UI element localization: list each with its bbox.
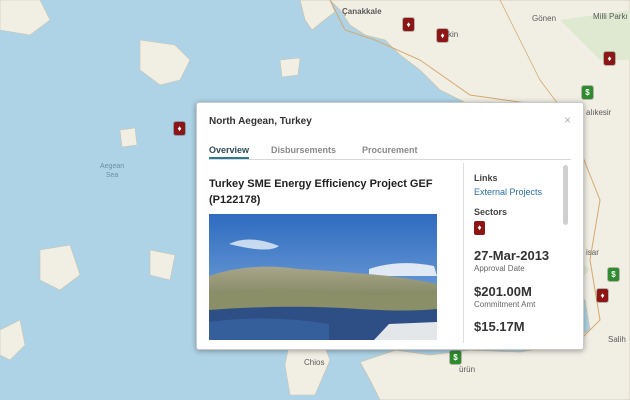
map-label-canakkale: Çanakkale xyxy=(342,7,382,16)
tab-procurement[interactable]: Procurement xyxy=(362,145,418,155)
project-marker[interactable]: ♦ xyxy=(604,52,615,65)
approval-date-label: Approval Date xyxy=(474,264,525,273)
project-photo xyxy=(209,214,437,340)
map-label-milli-parki: Milli Parkı xyxy=(593,12,628,21)
disbursed-amount: $15.17M xyxy=(474,319,525,334)
map-label-chios: Chios xyxy=(304,358,325,367)
project-marker[interactable]: ♦ xyxy=(174,122,185,135)
map-label-balikesir: alıkesir xyxy=(586,108,612,117)
project-marker[interactable]: ♦ xyxy=(597,289,608,302)
links-heading: Links xyxy=(474,173,498,183)
project-marker[interactable]: $ xyxy=(450,351,461,364)
map-label-gonen: Gönen xyxy=(532,14,557,23)
approval-date: 27-Mar-2013 xyxy=(474,248,550,263)
project-marker[interactable]: $ xyxy=(582,86,593,99)
tab-disbursements[interactable]: Disbursements xyxy=(271,145,336,155)
project-popup: North Aegean, Turkey × Overview Disburse… xyxy=(196,102,584,350)
map-label-bigadic: kin xyxy=(448,30,459,39)
close-icon[interactable]: × xyxy=(564,113,571,127)
popup-tabs: Overview Disbursements Procurement xyxy=(209,145,571,160)
tab-overview[interactable]: Overview xyxy=(209,145,250,159)
project-marker[interactable]: ♦ xyxy=(437,29,448,42)
sea-label-line1: Aegean xyxy=(100,163,125,170)
project-title: Turkey SME Energy Efficiency Project GEF… xyxy=(209,178,433,206)
map-label-hisar: isar xyxy=(586,248,599,257)
project-sidebar: Links External Projects Sectors ♦ 27-Mar… xyxy=(463,163,568,343)
popup-title: North Aegean, Turkey xyxy=(209,116,312,127)
commitment-amount-label: Commitment Amt xyxy=(474,300,536,309)
project-marker[interactable]: ♦ xyxy=(403,18,414,31)
commitment-amount: $201.00M xyxy=(474,284,532,299)
map-label-izmir: ürün xyxy=(459,365,476,374)
sea-label-line2: Sea xyxy=(105,172,119,179)
project-marker[interactable]: $ xyxy=(608,268,619,281)
map-label-salih: Salih xyxy=(608,335,626,344)
external-projects-link[interactable]: External Projects xyxy=(474,187,564,197)
sectors-heading: Sectors xyxy=(474,207,508,217)
building-icon[interactable]: ♦ xyxy=(474,221,485,235)
sea-label: Aegean Sea xyxy=(100,162,124,180)
